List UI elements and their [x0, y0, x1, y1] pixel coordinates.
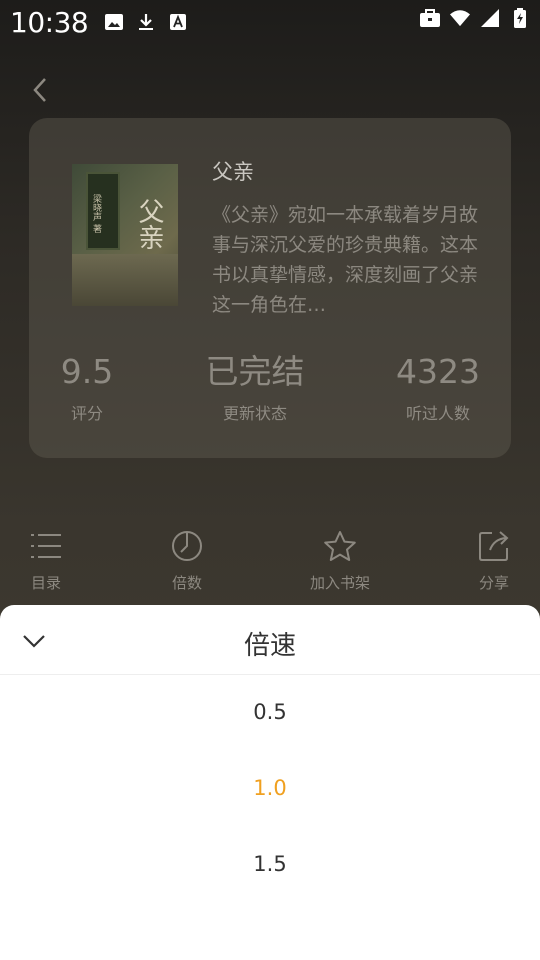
toolbar-speed[interactable]: 倍数: [142, 528, 232, 593]
toolbar-label: 目录: [30, 574, 61, 592]
battery-icon: [510, 8, 530, 28]
back-button[interactable]: [24, 72, 56, 108]
stat-update-status: 已完结 更新状态: [190, 352, 320, 424]
stat-label: 评分: [70, 404, 103, 423]
sheet-header: 倍速: [0, 605, 540, 675]
toolbar-label: 加入书架: [309, 574, 370, 592]
speed-bottom-sheet: 倍速 0.5 1.0 1.5: [0, 605, 540, 960]
book-description[interactable]: 《父亲》宛如一本承载着岁月故事与深沉父爱的珍贵典籍。这本书以真挚情感，深度刻画了…: [212, 200, 480, 320]
stat-rating: 9.5 评分: [43, 352, 131, 424]
timer-icon: [172, 531, 202, 561]
action-toolbar: 目录 倍数 加入书架 分享: [0, 528, 540, 600]
image-icon: [104, 12, 124, 32]
toolbar-add-bookshelf[interactable]: 加入书架: [295, 528, 385, 593]
list-icon: [31, 534, 61, 558]
speed-option-0-5[interactable]: 0.5: [0, 692, 540, 732]
toolbar-label: 倍数: [171, 574, 202, 592]
book-cover[interactable]: 梁晓声 著 父亲: [72, 164, 178, 306]
stat-listeners: 4323 听过人数: [383, 352, 493, 424]
status-bar: 10:38: [0, 0, 540, 44]
speed-option-1-5[interactable]: 1.5: [0, 844, 540, 884]
stat-label: 听过人数: [405, 404, 470, 423]
toolbar-share[interactable]: 分享: [449, 528, 539, 593]
download-icon: [136, 12, 156, 32]
wifi-icon: [450, 8, 470, 28]
stat-value: 已完结: [205, 352, 305, 391]
speed-option-1-0[interactable]: 1.0: [0, 768, 540, 808]
star-icon: [324, 531, 356, 561]
sheet-title: 倍速: [243, 631, 296, 661]
chevron-left-icon: [33, 78, 46, 102]
toolbar-catalog[interactable]: 目录: [1, 528, 91, 593]
stat-value: 4323: [396, 352, 480, 391]
cover-subtitle: 梁晓声 著: [91, 194, 101, 233]
stat-label: 更新状态: [222, 404, 287, 423]
cover-floor-art: [72, 254, 178, 306]
cover-title: 父亲: [134, 198, 164, 250]
book-title: 父亲: [212, 160, 254, 184]
briefcase-icon: [420, 8, 440, 28]
status-time: 10:38: [10, 5, 89, 39]
stat-value: 9.5: [60, 352, 114, 391]
book-info-card: 梁晓声 著 父亲 父亲 《父亲》宛如一本承载着岁月故事与深沉父爱的珍贵典籍。这本…: [29, 118, 511, 458]
share-icon: [479, 531, 509, 561]
a-box-icon: [168, 12, 188, 32]
toolbar-label: 分享: [478, 574, 509, 592]
signal-icon: [480, 8, 500, 28]
